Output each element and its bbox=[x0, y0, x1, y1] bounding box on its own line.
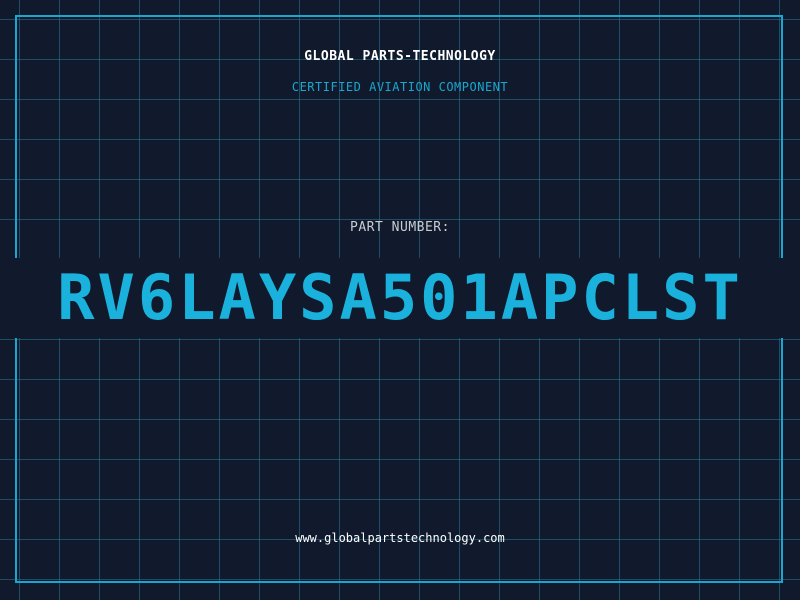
website-url: www.globalpartstechnology.com bbox=[295, 531, 505, 545]
company-name: GLOBAL PARTS-TECHNOLOGY bbox=[304, 49, 496, 64]
part-number-label: PART NUMBER: bbox=[350, 220, 450, 235]
part-number-band: RV6LAYSA501APCLST bbox=[0, 258, 800, 338]
certification-subtitle: CERTIFIED AVIATION COMPONENT bbox=[291, 80, 509, 94]
part-number-value: RV6LAYSA501APCLST bbox=[57, 261, 743, 334]
part-label-card: GLOBAL PARTS-TECHNOLOGY CERTIFIED AVIATI… bbox=[0, 0, 800, 600]
